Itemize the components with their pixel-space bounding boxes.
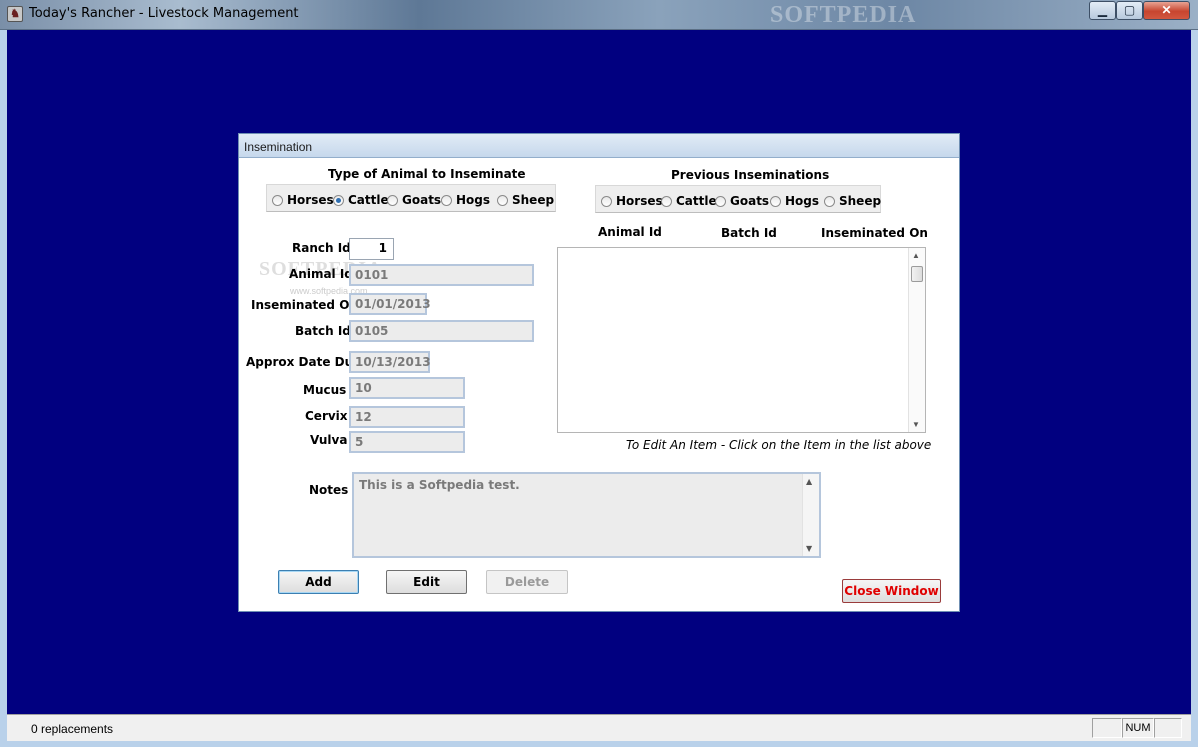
radio-circle-checked-icon xyxy=(333,194,344,206)
ranch-id-input[interactable]: 1 xyxy=(349,238,394,260)
animal-type-group-title: Type of Animal to Inseminate xyxy=(328,167,526,181)
approx-date-due-label: Approx Date Due xyxy=(246,355,362,369)
status-panel-caps xyxy=(1092,718,1122,738)
minimize-button[interactable]: ▁ xyxy=(1089,1,1116,20)
radio-circle-icon xyxy=(441,194,452,206)
radio-horses[interactable]: Horses xyxy=(272,192,334,208)
status-bar: 0 replacements NUM xyxy=(7,714,1191,741)
dialog-body: Type of Animal to Inseminate Horses Catt… xyxy=(242,158,958,610)
status-panel-num: NUM xyxy=(1122,718,1154,738)
radio-goats[interactable]: Goats xyxy=(387,192,441,208)
radio-circle-icon xyxy=(715,195,726,207)
close-window-button[interactable]: Close Window xyxy=(842,579,941,603)
previous-inseminations-radio-group: Horses Cattle Goats Hogs Sheep xyxy=(595,185,881,213)
scroll-down-arrow-icon[interactable]: ▼ xyxy=(912,420,920,429)
mucus-label: Mucus xyxy=(303,383,347,397)
prev-radio-goats[interactable]: Goats xyxy=(715,193,769,209)
inseminated-on-label: Inseminated On xyxy=(251,298,358,312)
radio-circle-icon xyxy=(824,195,835,207)
notes-textarea[interactable]: This is a Softpedia test. ▲ ▼ xyxy=(352,472,821,558)
radio-circle-icon xyxy=(770,195,781,207)
mucus-input[interactable]: 10 xyxy=(349,377,465,399)
maximize-button[interactable]: ▢ xyxy=(1116,1,1143,20)
vulva-label: Vulva xyxy=(310,433,348,447)
scroll-up-arrow-icon[interactable]: ▲ xyxy=(912,251,920,260)
radio-sheep[interactable]: Sheep xyxy=(497,192,554,208)
scroll-thumb[interactable] xyxy=(911,266,923,282)
animal-id-input[interactable]: 0101 xyxy=(349,264,534,286)
scroll-up-arrow-icon[interactable]: ▲ xyxy=(806,477,812,486)
dialog-title: Insemination xyxy=(244,140,313,154)
batch-id-input[interactable]: 0105 xyxy=(349,320,534,342)
radio-cattle[interactable]: Cattle xyxy=(333,192,389,208)
radio-circle-icon xyxy=(387,194,398,206)
window-title: Today's Rancher - Livestock Management xyxy=(29,6,299,21)
close-button[interactable]: ✕ xyxy=(1143,1,1190,20)
cervix-input[interactable]: 12 xyxy=(349,406,465,428)
list-scrollbar[interactable]: ▲ ▼ xyxy=(908,248,925,432)
animal-id-label: Animal Id xyxy=(289,267,353,281)
insemination-dialog: Insemination Type of Animal to Inseminat… xyxy=(238,133,960,612)
animal-type-radio-group: Horses Cattle Goats Hogs Sheep xyxy=(266,184,556,212)
cervix-label: Cervix xyxy=(305,409,348,423)
column-header-animal-id[interactable]: Animal Id xyxy=(598,225,662,239)
prev-radio-sheep[interactable]: Sheep xyxy=(824,193,881,209)
prev-radio-hogs[interactable]: Hogs xyxy=(770,193,819,209)
status-text: 0 replacements xyxy=(31,722,114,736)
delete-button[interactable]: Delete xyxy=(486,570,568,594)
notes-text: This is a Softpedia test. xyxy=(359,478,520,492)
app-icon: ♞ xyxy=(7,6,23,22)
previous-inseminations-list[interactable]: ▲ ▼ xyxy=(557,247,926,433)
column-header-inseminated-on[interactable]: Inseminated On xyxy=(821,226,928,240)
inseminated-on-input[interactable]: 01/01/2013 xyxy=(349,293,431,315)
column-header-batch-id[interactable]: Batch Id xyxy=(721,226,777,240)
notes-label: Notes xyxy=(309,483,349,497)
batch-id-label: Batch Id xyxy=(295,324,351,338)
radio-circle-icon xyxy=(497,194,508,206)
dialog-titlebar[interactable]: Insemination xyxy=(239,134,959,158)
ranch-id-label: Ranch Id xyxy=(292,241,351,255)
approx-date-due-input[interactable]: 10/13/2013 xyxy=(349,351,431,373)
scroll-down-arrow-icon[interactable]: ▼ xyxy=(806,544,812,553)
edit-item-hint: To Edit An Item - Click on the Item in t… xyxy=(626,438,932,452)
radio-circle-icon xyxy=(601,195,612,207)
prev-radio-cattle[interactable]: Cattle xyxy=(661,193,717,209)
add-button[interactable]: Add xyxy=(278,570,359,594)
edit-button[interactable]: Edit xyxy=(386,570,467,594)
previous-inseminations-title: Previous Inseminations xyxy=(671,168,830,182)
radio-circle-icon xyxy=(272,194,283,206)
softpedia-watermark: SOFTPEDIA xyxy=(770,2,917,28)
window-titlebar: ♞ Today's Rancher - Livestock Management… xyxy=(0,0,1198,30)
prev-radio-horses[interactable]: Horses xyxy=(601,193,663,209)
vulva-input[interactable]: 5 xyxy=(349,431,465,453)
radio-circle-icon xyxy=(661,195,672,207)
status-panel-scroll xyxy=(1154,718,1182,738)
notes-scrollbar[interactable]: ▲ ▼ xyxy=(802,474,819,556)
radio-hogs[interactable]: Hogs xyxy=(441,192,490,208)
